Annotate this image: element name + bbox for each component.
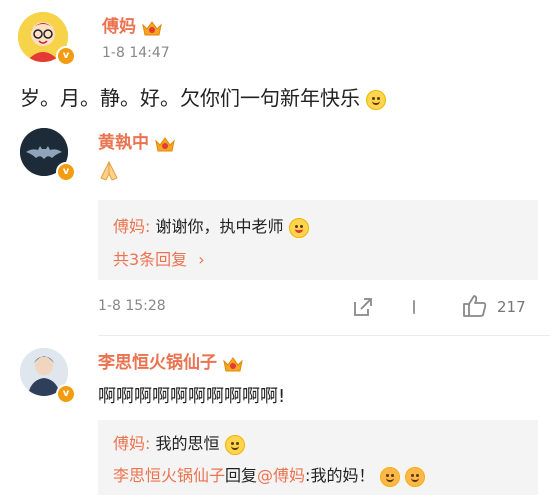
crown-vip-icon bbox=[223, 356, 243, 371]
comment2-text: 啊啊啊啊啊啊啊啊啊啊! bbox=[98, 386, 286, 407]
comment2-reply1: 傅妈: 我的思恒 bbox=[113, 430, 245, 455]
comment1-reply: 傅妈: 谢谢你，执中老师 bbox=[113, 213, 309, 238]
post-text: 岁。月。静。好。欠你们一句新年快乐 bbox=[20, 86, 360, 110]
comment-divider bbox=[98, 335, 550, 336]
crown-vip-icon bbox=[142, 20, 162, 35]
share-icon[interactable] bbox=[352, 296, 374, 318]
reply2-mid: 回复 bbox=[225, 466, 258, 485]
reply1-author-link[interactable]: 傅妈: bbox=[113, 434, 150, 453]
blush-emoji-icon bbox=[404, 466, 425, 487]
comment2-author-name[interactable]: 李思恒火锅仙子 bbox=[98, 353, 217, 373]
reply2-author-link[interactable]: 李思恒火锅仙子 bbox=[113, 466, 225, 485]
crown-vip-icon bbox=[155, 136, 175, 151]
more-replies-link[interactable]: 共3条回复 › bbox=[113, 246, 205, 270]
verified-badge-icon: v bbox=[56, 162, 76, 182]
verified-badge-icon: v bbox=[56, 46, 76, 66]
reply1-text: 我的思恒 bbox=[150, 434, 220, 453]
verified-badge-icon: v bbox=[56, 384, 76, 404]
praying-hands-icon bbox=[100, 160, 118, 181]
comment1-author-name[interactable]: 黄執中 bbox=[98, 133, 149, 153]
chevron-right-icon: › bbox=[198, 250, 205, 269]
comment1-time: 1-8 15:28 bbox=[98, 298, 166, 314]
comment1-author-row: 黄執中 bbox=[98, 128, 176, 153]
thumbs-up-icon[interactable] bbox=[462, 294, 488, 318]
post-author-name[interactable]: 傅妈 bbox=[102, 17, 136, 37]
comment2-reply2: 李思恒火锅仙子回复@傅妈:我的妈！ bbox=[113, 462, 425, 487]
tongue-emoji-icon bbox=[288, 217, 309, 238]
reply2-text: :我的妈！ bbox=[305, 466, 375, 485]
reply2-mention-link[interactable]: @傅妈 bbox=[257, 466, 305, 485]
post-author-row: 傅妈 bbox=[102, 12, 163, 37]
smile-emoji-icon bbox=[366, 89, 387, 110]
comment2-author-row: 李思恒火锅仙子 bbox=[98, 348, 244, 373]
like-count: 217 bbox=[497, 298, 526, 316]
more-replies-label: 共3条回复 bbox=[113, 250, 188, 269]
reply-text: 谢谢你，执中老师 bbox=[150, 217, 284, 236]
smile-emoji-icon bbox=[224, 434, 245, 455]
post-time: 1-8 14:47 bbox=[102, 45, 170, 61]
more-icon[interactable] bbox=[412, 296, 416, 318]
blush-emoji-icon bbox=[379, 466, 400, 487]
post-text-row: 岁。月。静。好。欠你们一句新年快乐 bbox=[20, 82, 387, 111]
reply-author-link[interactable]: 傅妈: bbox=[113, 217, 150, 236]
